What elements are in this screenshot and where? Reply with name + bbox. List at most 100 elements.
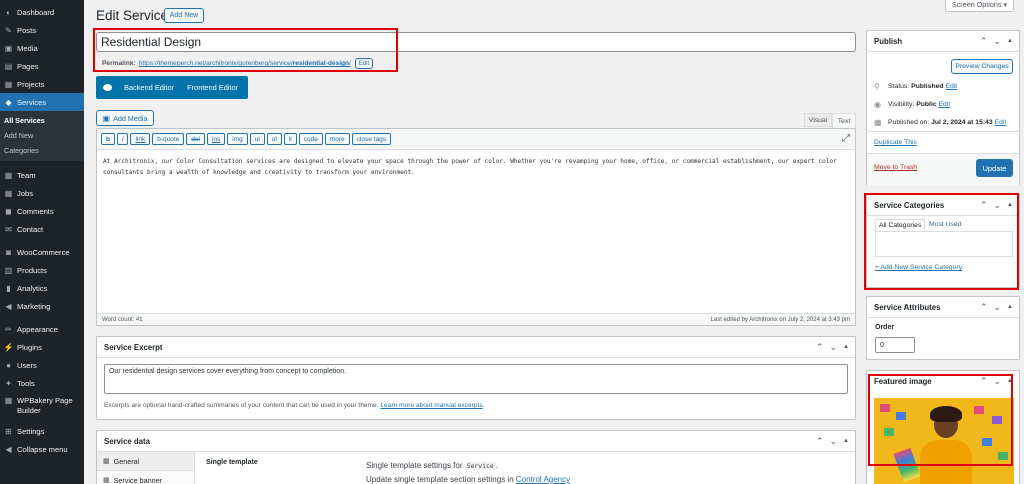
quicktag-ins-button[interactable]: ins bbox=[206, 133, 226, 145]
fullscreen-icon[interactable]: ⤢ bbox=[842, 133, 850, 144]
quicktag-more-button[interactable]: more bbox=[324, 133, 350, 145]
sidebar-item-analytics[interactable]: ▮ Analytics bbox=[0, 279, 84, 297]
sidebar-item-label: Tools bbox=[17, 378, 35, 388]
status-edit-link[interactable]: Edit bbox=[945, 83, 957, 90]
dashboard-icon: ◐ bbox=[6, 7, 11, 17]
quicktag-ol-button[interactable]: ol bbox=[266, 133, 282, 145]
sidebar-item-appearance[interactable]: ✏ Appearance bbox=[0, 320, 84, 338]
pin-icon: ✎ bbox=[5, 25, 12, 35]
quicktag-code-button[interactable]: code bbox=[298, 133, 323, 145]
add-new-button[interactable]: Add New bbox=[164, 8, 204, 23]
quicktag-ul-button[interactable]: ul bbox=[249, 133, 265, 145]
sidebar-item-settings[interactable]: ⊞ Settings bbox=[0, 422, 84, 440]
excerpt-textarea[interactable]: Our residential design services cover ev… bbox=[104, 364, 848, 394]
single-template-desc: Single template settings for Service. Up… bbox=[366, 461, 571, 484]
appearance-icon: ✏ bbox=[5, 324, 12, 334]
tab-text[interactable]: Text bbox=[832, 113, 856, 128]
contact-icon: ✉ bbox=[5, 224, 12, 234]
submenu-item-categories[interactable]: Categories bbox=[0, 143, 84, 158]
sidebar-item-comments[interactable]: ◼ Comments bbox=[0, 202, 84, 220]
sidebar-item-label: Settings bbox=[17, 426, 45, 436]
move-up-icon: ⌃ bbox=[979, 302, 988, 312]
quicktag-del-button[interactable]: del bbox=[186, 133, 205, 145]
tools-icon: ✦ bbox=[5, 378, 12, 388]
frontend-editor-button[interactable]: Frontend Editor bbox=[187, 83, 238, 92]
sidebar-item-pages[interactable]: ▤ Pages bbox=[0, 57, 84, 75]
backend-editor-button[interactable]: Backend Editor bbox=[124, 83, 174, 92]
quicktag-b-button[interactable]: b bbox=[101, 133, 115, 145]
manual-excerpts-link[interactable]: Learn more about manual excerpts bbox=[380, 402, 482, 409]
sidebar-item-woocommerce[interactable]: ◙ WooCommerce bbox=[0, 243, 84, 261]
duplicate-link[interactable]: Duplicate This bbox=[874, 139, 917, 146]
control-agency-link[interactable]: Control Agency bbox=[516, 475, 570, 484]
order-label: Order bbox=[875, 324, 895, 331]
excerpt-controls[interactable]: ⌃ ⌄ ▲ bbox=[816, 342, 849, 352]
editor-box: b i link b-quote del ins img ul ol li code more clos… bbox=[96, 128, 856, 326]
attributes-controls[interactable]: ⌃ ⌄ ▲ bbox=[980, 302, 1013, 312]
excerpt-header[interactable]: Service Excerpt bbox=[97, 337, 855, 358]
sidebar-item-marketing[interactable]: ◀ Marketing bbox=[0, 297, 84, 315]
submenu-item-all-services[interactable]: All Services bbox=[0, 113, 84, 128]
sidebar-item-jobs[interactable]: ▦ Jobs bbox=[0, 184, 84, 202]
last-edited: Last edited by Architronix on July 2, 20… bbox=[710, 316, 850, 323]
sidebar-item-tools[interactable]: ✦ Tools bbox=[0, 374, 84, 392]
sidebar-item-label: Collapse menu bbox=[17, 444, 68, 454]
sidebar-item-products[interactable]: ▥ Products bbox=[0, 261, 84, 279]
quicktag-b-quote-button[interactable]: b-quote bbox=[152, 133, 185, 145]
service-data-header[interactable]: Service data bbox=[97, 431, 855, 452]
preview-changes-button[interactable]: Preview Changes bbox=[951, 59, 1013, 74]
service-data-controls[interactable]: ⌃ ⌄ ▲ bbox=[816, 436, 849, 446]
plugins-icon: ⚡ bbox=[3, 342, 14, 352]
sidebar-item-users[interactable]: ● Users bbox=[0, 356, 84, 374]
sidebar-item-wpbakery-page-builder[interactable]: ▦ WPBakery Page Builder bbox=[0, 392, 84, 422]
move-to-trash-link[interactable]: Move to Trash bbox=[874, 164, 917, 171]
sidebar-item-label: Plugins bbox=[17, 342, 42, 352]
sidebar-item-posts[interactable]: ✎ Posts bbox=[0, 21, 84, 39]
sidebar-item-dashboard[interactable]: ◐ Dashboard bbox=[0, 3, 84, 21]
sidebar-item-collapse-menu[interactable]: ◀ Collapse menu bbox=[0, 440, 84, 458]
add-media-button[interactable]: ▣ Add Media bbox=[96, 110, 154, 126]
sidebar-item-label: Team bbox=[17, 170, 36, 180]
quicktag-li-button[interactable]: li bbox=[283, 133, 297, 145]
editor-textarea[interactable]: At Architronix, our Color Consultation s… bbox=[97, 150, 855, 314]
published-edit-link[interactable]: Edit bbox=[995, 119, 1007, 126]
sidebar-item-label: Marketing bbox=[17, 301, 51, 311]
highlight-title bbox=[93, 28, 398, 72]
quicktag-close-tags-button[interactable]: close tags bbox=[351, 133, 391, 145]
excerpt-box: Service Excerpt ⌃ ⌄ ▲ Our residential desi… bbox=[96, 336, 856, 420]
service-data-tabs: ▦ General ▦ Service banner bbox=[97, 452, 195, 484]
order-input[interactable]: 0 bbox=[875, 337, 915, 353]
tab-visual[interactable]: Visual bbox=[804, 113, 832, 127]
single-template-label: Single template bbox=[206, 459, 258, 466]
quicktag-link-button[interactable]: link bbox=[130, 133, 151, 145]
tab-general[interactable]: ▦ General bbox=[97, 452, 194, 471]
sidebar-item-label: Appearance bbox=[17, 324, 58, 334]
attributes-box: Service Attributes ⌃ ⌄ ▲ Order 0 bbox=[866, 296, 1020, 360]
quicktag-i-button[interactable]: i bbox=[116, 133, 129, 145]
sidebar-item-projects[interactable]: ▦ Projects bbox=[0, 75, 84, 93]
sidebar-item-plugins[interactable]: ⚡ Plugins bbox=[0, 338, 84, 356]
sidebar-item-label: Pages bbox=[17, 61, 39, 71]
media-icon: ▣ bbox=[102, 113, 111, 123]
users-icon: ● bbox=[6, 360, 11, 370]
projects-icon: ▦ bbox=[4, 79, 13, 89]
sidebar-item-label: Posts bbox=[17, 25, 36, 35]
move-down-icon: ⌄ bbox=[993, 36, 1002, 46]
sidebar-item-label: Jobs bbox=[17, 188, 34, 198]
publish-divider bbox=[867, 131, 1019, 132]
submenu-item-add-new[interactable]: Add New bbox=[0, 128, 84, 143]
sidebar-item-media[interactable]: ▣ Media bbox=[0, 39, 84, 57]
admin-sidebar: ◐ Dashboard ✎ Posts ▣ Media ▤ Pages ▦ Projects ◆ Se… bbox=[0, 0, 84, 484]
sidebar-item-team[interactable]: ▦ Team bbox=[0, 166, 84, 184]
update-button[interactable]: Update bbox=[976, 159, 1013, 177]
quicktag-img-button[interactable]: img bbox=[227, 133, 248, 145]
publish-controls[interactable]: ⌃ ⌄ ▲ bbox=[980, 36, 1013, 46]
sidebar-item-contact[interactable]: ✉ Contact bbox=[0, 220, 84, 238]
word-count: Word count: 41 bbox=[102, 316, 143, 323]
sidebar-item-services[interactable]: ◆ Services bbox=[0, 93, 84, 111]
tab-service-banner[interactable]: ▦ Service banner bbox=[97, 471, 194, 484]
publish-box: Publish ⌃ ⌄ ▲ Preview Changes ⚲ Status: Pub… bbox=[866, 30, 1020, 185]
sidebar-item-label: Users bbox=[17, 360, 37, 370]
screen-options-button[interactable]: Screen Options ▾ bbox=[945, 0, 1014, 12]
visibility-edit-link[interactable]: Edit bbox=[939, 101, 951, 108]
